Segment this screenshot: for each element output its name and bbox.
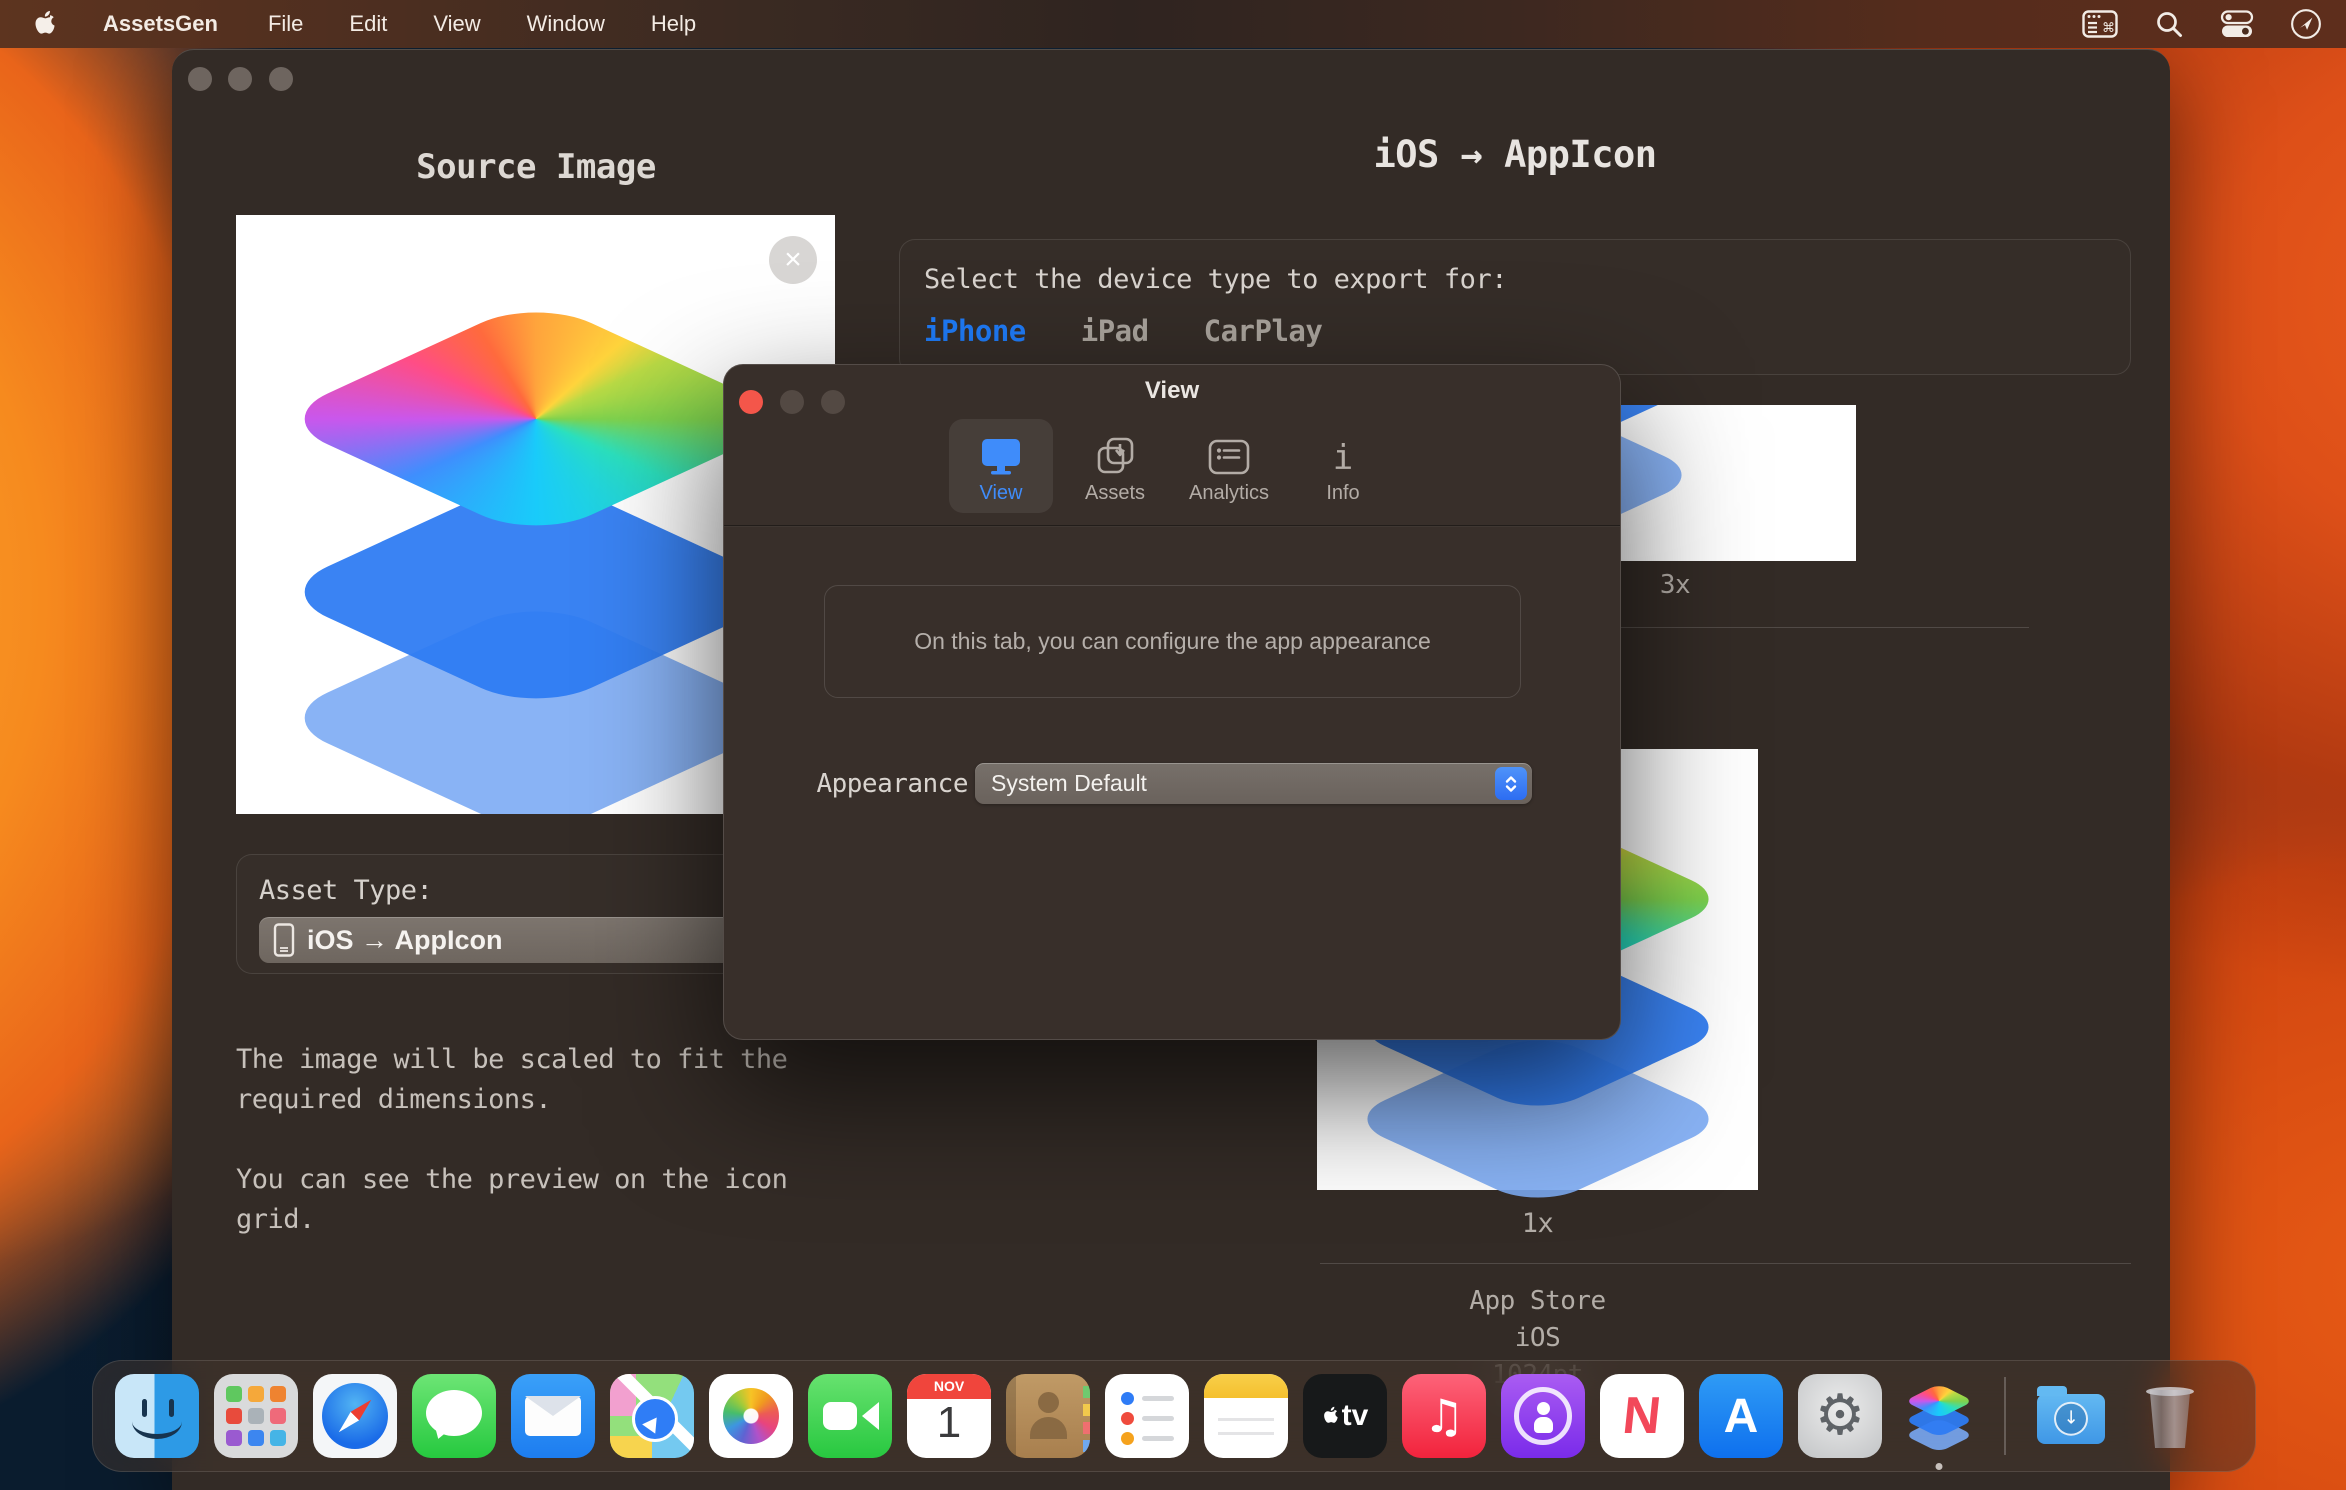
command-palette-icon[interactable]: ⌘ [2082,10,2118,38]
asset-type-value: iOS → AppIcon [307,925,503,956]
preferences-window: View View Assets [723,364,1621,1040]
tab-assets-label: Assets [1085,482,1145,505]
appearance-select[interactable]: System Default [975,763,1532,804]
calendar-month: NOV [907,1378,991,1394]
preview-1x-label: 1x [1317,1208,1758,1239]
dock-maps-icon[interactable] [610,1374,694,1458]
dock-launchpad-icon[interactable] [214,1374,298,1458]
tab-view[interactable]: View [949,419,1053,513]
tab-description-box: On this tab, you can configure the app a… [824,585,1521,698]
apple-logo-icon [1322,1406,1339,1426]
dock-separator [2004,1377,2006,1455]
asset-type-label: Asset Type: [259,875,432,906]
dock-finder-icon[interactable] [115,1374,199,1458]
remove-image-button[interactable]: × [769,236,817,284]
music-note-icon: ♫ [1423,1393,1464,1439]
tab-description: On this tab, you can configure the app a… [914,628,1431,655]
download-icon [1095,436,1135,476]
news-letter: N [1620,1386,1664,1446]
appearance-value: System Default [991,770,1147,797]
tab-info-label: Info [1326,482,1359,505]
dock-trash-icon[interactable] [2128,1374,2212,1458]
desktop: AssetsGen File Edit View Window Help ⌘ [0,0,2346,1490]
dock-calendar-icon[interactable]: NOV 1 [907,1374,991,1458]
tab-assets[interactable]: Assets [1063,419,1167,513]
menu-view[interactable]: View [433,11,480,37]
device-tab-carplay[interactable]: CarPlay [1204,314,1323,348]
list-icon [1208,438,1250,476]
tab-analytics[interactable]: Analytics [1177,419,1281,513]
menu-window[interactable]: Window [527,11,605,37]
dock-mail-icon[interactable] [511,1374,595,1458]
menu-edit[interactable]: Edit [349,11,387,37]
dock-safari-icon[interactable] [313,1374,397,1458]
dock-photos-icon[interactable] [709,1374,793,1458]
appearance-label: Appearance [812,769,968,799]
export-title: iOS → AppIcon [899,133,2131,176]
svg-text:⌘: ⌘ [2102,21,2115,36]
tv-label: tv [1342,1399,1369,1433]
window-close-button[interactable] [188,67,212,91]
preview-divider-2 [1320,1263,2131,1264]
dock-tv-icon[interactable]: tv [1303,1374,1387,1458]
dock-notes-icon[interactable] [1204,1374,1288,1458]
dock-settings-icon[interactable]: ⚙ [1798,1374,1882,1458]
dock-facetime-icon[interactable] [808,1374,892,1458]
apple-logo-icon [32,10,57,38]
info-icon: i [1333,440,1353,476]
toolbar-separator [724,525,1620,526]
source-image-title: Source Image [236,147,836,187]
dock-music-icon[interactable]: ♫ [1402,1374,1486,1458]
preview-note: You can see the preview on the icon grid… [236,1160,856,1240]
preview-os: iOS [1317,1320,1758,1357]
menu-file[interactable]: File [268,11,303,37]
device-tab-iphone[interactable]: iPhone [924,314,1026,348]
preferences-toolbar: View Assets Analytics [724,419,1620,513]
dock-reminders-icon[interactable] [1105,1374,1189,1458]
dock-appstore-icon[interactable]: A [1699,1374,1783,1458]
menu-bar: AssetsGen File Edit View Window Help ⌘ [0,0,2346,48]
device-tabs: iPhone iPad CarPlay [924,314,1322,348]
gear-icon: ⚙ [1815,1388,1865,1444]
dock-assetsgen-icon[interactable] [1897,1374,1981,1458]
assistant-icon[interactable] [2290,8,2322,40]
device-tab-ipad[interactable]: iPad [1081,314,1149,348]
display-icon [979,436,1023,476]
dock: NOV 1 tv ♫ N A [92,1360,2256,1472]
calendar-day: 1 [907,1398,991,1448]
dock-downloads-icon[interactable]: ↓ [2029,1374,2113,1458]
appstore-letter: A [1724,1389,1759,1444]
dock-podcasts-icon[interactable] [1501,1374,1585,1458]
icon-layer-rainbow [272,297,800,540]
tab-info[interactable]: i Info [1291,419,1395,513]
tab-view-label: View [980,482,1023,505]
scaling-note: The image will be scaled to fit the requ… [236,1040,856,1120]
dock-contacts-icon[interactable] [1006,1374,1090,1458]
modal-title: View [724,377,1620,405]
select-stepper-icon[interactable] [1495,767,1527,800]
spotlight-search-icon[interactable] [2154,9,2184,39]
apple-menu[interactable] [32,10,57,38]
control-center-icon[interactable] [2220,9,2254,39]
menu-app-name[interactable]: AssetsGen [103,11,218,37]
dock-news-icon[interactable]: N [1600,1374,1684,1458]
menu-help[interactable]: Help [651,11,696,37]
window-minimize-button[interactable] [228,67,252,91]
device-prompt: Select the device type to export for: [924,264,1507,295]
download-arrow-icon: ↓ [2063,1410,2078,1428]
iphone-icon [273,923,295,957]
window-zoom-button[interactable] [269,67,293,91]
dock-messages-icon[interactable] [412,1374,496,1458]
tab-analytics-label: Analytics [1189,482,1269,505]
device-type-panel: Select the device type to export for: iP… [899,239,2131,375]
preview-kind: App Store [1317,1283,1758,1320]
